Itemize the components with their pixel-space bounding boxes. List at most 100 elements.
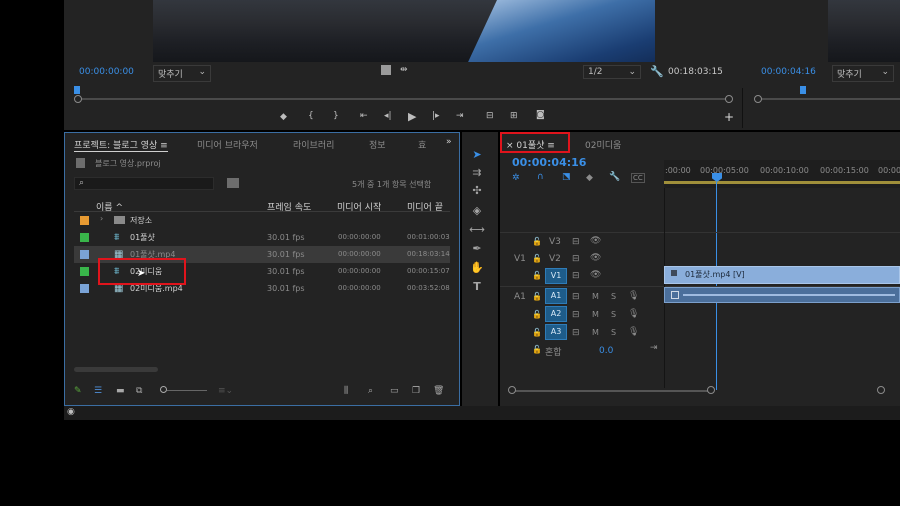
scroll-handle-left[interactable] — [508, 386, 516, 394]
add-button-icon[interactable]: + — [724, 110, 734, 124]
mic-icon[interactable]: 🎙 — [628, 327, 639, 337]
sync-lock-icon[interactable]: ⊟ — [572, 310, 580, 320]
tab-project[interactable]: 프로젝트: 블로그 영상 ≡ — [74, 138, 168, 152]
magnet-icon[interactable]: ∩ — [537, 172, 544, 182]
resolution-dropdown[interactable]: 1/2 ⌄ — [583, 65, 641, 79]
add-marker-icon[interactable]: ◆ — [280, 112, 287, 122]
source-playhead[interactable] — [74, 86, 80, 94]
source-timecode[interactable]: 00:00:00:00 — [79, 67, 134, 77]
track-target-a3[interactable]: A3 — [545, 324, 567, 340]
eye-icon[interactable]: 👁 — [590, 253, 601, 263]
solo-button[interactable]: S — [611, 310, 616, 319]
program-playhead[interactable] — [800, 86, 806, 94]
type-tool-icon[interactable]: T — [466, 278, 488, 296]
new-item-icon[interactable]: ❐ — [412, 386, 420, 396]
tab-libraries[interactable]: 라이브러리 — [293, 138, 334, 151]
status-icon[interactable]: ◉ — [67, 407, 75, 417]
source-scrub-bar[interactable] — [79, 98, 729, 100]
track-target-a1[interactable]: A1 — [545, 288, 567, 304]
pen-icon[interactable]: ✎ — [74, 386, 82, 396]
eye-icon[interactable]: 👁 — [590, 236, 601, 246]
hand-tool-icon[interactable]: ✋ — [466, 259, 488, 277]
new-bin-from-search-icon[interactable] — [227, 178, 239, 188]
razor-tool-icon[interactable]: ◈ — [466, 202, 488, 220]
find-icon[interactable]: ⌕ — [368, 386, 373, 396]
ripple-edit-tool-icon[interactable]: ✣ — [466, 182, 488, 200]
sync-lock-icon[interactable]: ⊟ — [572, 292, 580, 302]
export-frame-icon[interactable]: ◙ — [536, 110, 545, 120]
lock-icon[interactable]: 🔓 — [532, 271, 542, 280]
solo-button[interactable]: S — [611, 292, 616, 301]
mark-in-icon[interactable]: { — [308, 111, 314, 121]
tab-effects[interactable]: 효 — [418, 138, 426, 151]
lock-icon[interactable]: 🔓 — [532, 254, 542, 263]
settings-square-icon[interactable] — [381, 65, 391, 75]
panel-overflow-icon[interactable]: » — [446, 137, 452, 147]
pen-tool-icon[interactable]: ✒ — [466, 240, 488, 258]
source-patch-v1[interactable]: V1 — [514, 254, 526, 264]
mix-volume-value[interactable]: 0.0 — [599, 346, 613, 356]
step-back-icon[interactable]: ◂| — [384, 111, 392, 121]
go-to-out-icon[interactable]: ⇥ — [456, 111, 464, 121]
mic-icon[interactable]: 🎙 — [628, 291, 639, 301]
mute-button[interactable]: M — [592, 328, 599, 337]
wrench-icon[interactable]: 🔧 — [650, 65, 664, 78]
settings-wrench-icon[interactable]: 🔧 — [609, 172, 620, 182]
insert-icon[interactable]: ⊟ — [486, 111, 494, 121]
step-forward-icon[interactable]: |▸ — [432, 111, 440, 121]
mark-out-icon[interactable]: } — [333, 111, 339, 121]
tab-sequence-02[interactable]: 02미디움 — [585, 138, 621, 151]
audio-clip[interactable] — [664, 287, 900, 303]
lock-icon[interactable]: 🔓 — [532, 328, 542, 337]
tab-media-browser[interactable]: 미디어 브라우저 — [197, 138, 258, 151]
sort-icons-icon[interactable]: ≡⌄ — [218, 386, 233, 396]
selection-tool-icon[interactable]: ➤ — [466, 146, 488, 164]
source-fit-dropdown[interactable]: 맞추기 ⌄ — [153, 65, 211, 82]
scroll-handle-left[interactable] — [754, 95, 762, 103]
horizontal-scrollbar[interactable] — [74, 367, 158, 372]
sync-lock-icon[interactable]: ⊟ — [572, 328, 580, 338]
zoom-slider-handle[interactable] — [160, 386, 167, 393]
freeform-view-icon[interactable]: ⧉ — [136, 386, 142, 396]
list-item[interactable]: ⩩ 01풀샷 30.01 fps 00:00:00:00 00:01:00:03 — [74, 229, 450, 246]
play-icon[interactable]: ▶ — [408, 110, 416, 123]
solo-button[interactable]: S — [611, 328, 616, 337]
list-item[interactable]: › 저장소 — [74, 212, 450, 229]
go-to-in-icon[interactable]: ⇤ — [360, 111, 368, 121]
go-to-end-icon[interactable]: ⇥ — [650, 343, 658, 353]
program-scrub-bar[interactable] — [760, 98, 900, 100]
disclosure-triangle-icon[interactable]: › — [100, 214, 103, 223]
lock-icon[interactable]: 🔓 — [532, 345, 542, 354]
lock-icon[interactable]: 🔓 — [532, 292, 542, 301]
sync-lock-icon[interactable]: ⊟ — [572, 254, 580, 264]
lock-icon[interactable]: 🔓 — [532, 310, 542, 319]
new-bin-icon[interactable]: ▭ — [390, 386, 399, 396]
sync-lock-icon[interactable]: ⊟ — [572, 271, 580, 281]
timeline-scrollbar[interactable] — [511, 390, 711, 392]
video-clip[interactable]: 01풀샷.mp4 [V] — [664, 266, 900, 284]
tab-info[interactable]: 정보 — [369, 138, 386, 151]
program-timecode[interactable]: 00:00:04:16 — [761, 67, 816, 77]
drop-frame-icon[interactable]: ⇹ — [400, 65, 408, 75]
eye-icon[interactable]: 👁 — [590, 270, 601, 280]
program-fit-dropdown[interactable]: 맞추기 ⌄ — [832, 65, 894, 82]
work-area-bar[interactable] — [664, 181, 900, 184]
mute-button[interactable]: M — [592, 310, 599, 319]
snap-icon[interactable]: ✲ — [512, 173, 520, 183]
icon-view-icon[interactable]: ▬ — [116, 386, 125, 396]
scroll-handle-right[interactable] — [707, 386, 715, 394]
add-marker-icon[interactable]: ◆ — [586, 173, 593, 183]
track-select-tool-icon[interactable]: ⇉ — [466, 164, 488, 182]
project-search-input[interactable]: ⌕ — [74, 177, 214, 190]
zoom-slider[interactable] — [167, 390, 207, 391]
lock-icon[interactable]: 🔓 — [532, 237, 542, 246]
list-view-icon[interactable]: ☰ — [94, 386, 102, 396]
automate-to-sequence-icon[interactable]: ⫼ — [344, 386, 348, 396]
track-target-a2[interactable]: A2 — [545, 306, 567, 322]
mute-button[interactable]: M — [592, 292, 599, 301]
mic-icon[interactable]: 🎙 — [628, 309, 639, 319]
timeline-timecode[interactable]: 00:00:04:16 — [512, 156, 586, 169]
source-patch-a1[interactable]: A1 — [514, 292, 526, 302]
sync-lock-icon[interactable]: ⊟ — [572, 237, 580, 247]
scroll-handle-left[interactable] — [74, 95, 82, 103]
